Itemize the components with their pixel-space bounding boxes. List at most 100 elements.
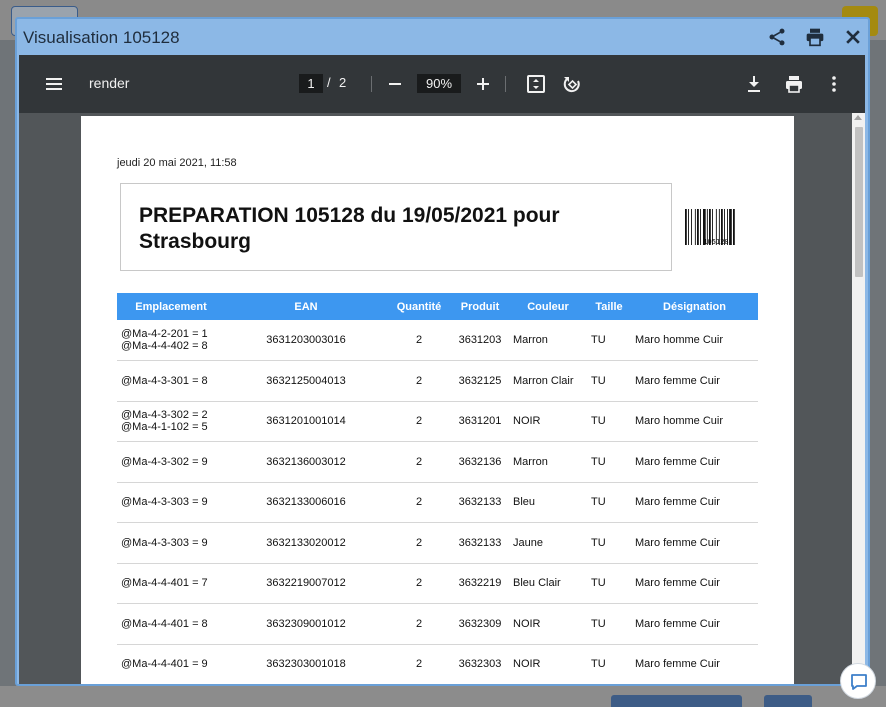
cell-location: @Ma-4-4-401 = 9	[117, 644, 225, 684]
location-entry: @Ma-4-3-302 = 9	[121, 455, 208, 468]
table-body: @Ma-4-2-201 = 1 @Ma-4-4-402 = 8 3631203003…	[117, 320, 758, 684]
cell-product: 3632303	[451, 644, 509, 684]
cell-ean: 3632125004013	[225, 360, 387, 402]
barcode-number: 105128	[703, 238, 729, 246]
page-separator: /	[327, 75, 331, 90]
zoom-level-input[interactable]: 90%	[417, 74, 461, 93]
scroll-up-arrow-icon[interactable]	[854, 115, 862, 120]
rotate-icon[interactable]	[561, 73, 583, 95]
cell-color: Marron	[509, 441, 587, 483]
location-entry: @Ma-4-3-301 = 8	[121, 374, 208, 387]
cell-size: TU	[587, 522, 631, 564]
column-header: Emplacement	[117, 293, 225, 320]
cell-color: Bleu	[509, 482, 587, 523]
page-total: 2	[339, 75, 347, 90]
page-number-input[interactable]: 1	[299, 74, 323, 93]
cell-location: @Ma-4-3-302 = 2 @Ma-4-1-102 = 5	[117, 401, 225, 442]
cell-designation: Maro femme Cuir	[631, 360, 758, 402]
cell-ean: 3632219007012	[225, 563, 387, 604]
cell-designation: Maro femme Cuir	[631, 522, 758, 564]
column-header: Taille	[587, 293, 631, 320]
cell-product: 3631203	[451, 320, 509, 361]
chat-button[interactable]	[840, 663, 876, 699]
location-entry: @Ma-4-4-401 = 7	[121, 577, 208, 590]
location-entry: @Ma-4-4-402 = 8	[121, 340, 208, 352]
more-vert-icon[interactable]	[823, 73, 845, 95]
column-header: Désignation	[631, 293, 758, 320]
location-entry: @Ma-4-4-401 = 9	[121, 658, 208, 671]
document-title-box: PREPARATION 105128 du 19/05/2021 pour St…	[120, 183, 672, 271]
zoom-out-icon[interactable]	[384, 73, 406, 95]
cell-ean: 3632133006016	[225, 482, 387, 523]
cell-quantity: 2	[387, 320, 451, 361]
column-header: Couleur	[509, 293, 587, 320]
close-icon[interactable]	[843, 27, 863, 47]
background-right-panel	[870, 40, 886, 686]
table-row: @Ma-4-3-302 = 2 @Ma-4-1-102 = 5 3631201001…	[117, 401, 758, 442]
table-row: @Ma-4-4-401 = 7 3632219007012 2 3632219 Bleu…	[117, 563, 758, 604]
cell-designation: Maro femme Cuir	[631, 603, 758, 645]
location-entry: @Ma-4-3-303 = 9	[121, 496, 208, 509]
location-entry: @Ma-4-4-401 = 8	[121, 617, 208, 630]
cell-quantity: 2	[387, 603, 451, 645]
cell-size: TU	[587, 563, 631, 604]
cell-quantity: 2	[387, 441, 451, 483]
print-icon[interactable]	[805, 27, 825, 47]
menu-icon[interactable]	[44, 74, 64, 94]
cell-ean: 3632303001018	[225, 644, 387, 684]
cell-color: NOIR	[509, 401, 587, 442]
location-entry: @Ma-4-2-201 = 1	[121, 328, 208, 340]
document-name: render	[89, 75, 130, 91]
vertical-scrollbar[interactable]	[852, 113, 865, 684]
cell-quantity: 2	[387, 360, 451, 402]
scrollbar-thumb[interactable]	[855, 127, 863, 277]
cell-quantity: 2	[387, 482, 451, 523]
column-header: Produit	[451, 293, 509, 320]
document-date: jeudi 20 mai 2021, 11:58	[117, 157, 237, 169]
cell-quantity: 2	[387, 522, 451, 564]
table-row: @Ma-4-3-301 = 8 3632125004013 2 3632125 Marr…	[117, 360, 758, 402]
cell-color: Jaune	[509, 522, 587, 564]
pdf-toolbar: render 1 / 2 90%	[19, 55, 865, 113]
cell-size: TU	[587, 401, 631, 442]
cell-designation: Maro femme Cuir	[631, 563, 758, 604]
cell-location: @Ma-4-3-303 = 9	[117, 522, 225, 564]
cell-location: @Ma-4-4-401 = 7	[117, 563, 225, 604]
column-header: EAN	[225, 293, 387, 320]
table-row: @Ma-4-4-401 = 9 3632303001018 2 3632303 NOIR…	[117, 644, 758, 684]
toolbar-divider	[505, 76, 506, 92]
preparation-table: Emplacement EAN Quantité Produit Couleur Tail…	[117, 293, 758, 684]
cell-size: TU	[587, 603, 631, 645]
chat-icon	[851, 674, 867, 690]
document-title: PREPARATION 105128 du 19/05/2021 pour St…	[139, 204, 560, 253]
location-entry: @Ma-4-3-302 = 2	[121, 409, 208, 422]
cell-designation: Maro femme Cuir	[631, 644, 758, 684]
modal-title: Visualisation 105128	[23, 28, 180, 47]
cell-product: 3632219	[451, 563, 509, 604]
print-icon[interactable]	[783, 73, 805, 95]
cell-ean: 3631201001014	[225, 401, 387, 442]
cell-ean: 3631203003016	[225, 320, 387, 361]
table-header-row: Emplacement EAN Quantité Produit Couleur Tail…	[117, 293, 758, 320]
cell-product: 3632125	[451, 360, 509, 402]
table-row: @Ma-4-2-201 = 1 @Ma-4-4-402 = 8 3631203003…	[117, 320, 758, 361]
zoom-in-icon[interactable]	[472, 73, 494, 95]
cell-quantity: 2	[387, 401, 451, 442]
table-row: @Ma-4-3-303 = 9 3632133006016 2 3632133 Bleu…	[117, 482, 758, 523]
table-row: @Ma-4-3-303 = 9 3632133020012 2 3632133 Jaun…	[117, 522, 758, 564]
cell-designation: Maro femme Cuir	[631, 441, 758, 483]
modal-header: Visualisation 105128	[17, 19, 868, 55]
background-footer-button-small	[764, 695, 812, 707]
background-footer	[0, 686, 886, 707]
cell-location: @Ma-4-2-201 = 1 @Ma-4-4-402 = 8	[117, 320, 225, 361]
cell-product: 3632136	[451, 441, 509, 483]
cell-ean: 3632133020012	[225, 522, 387, 564]
cell-size: TU	[587, 644, 631, 684]
download-icon[interactable]	[743, 73, 765, 95]
location-entry: @Ma-4-3-303 = 9	[121, 536, 208, 549]
fit-page-icon[interactable]	[525, 73, 547, 95]
cell-quantity: 2	[387, 563, 451, 604]
share-icon[interactable]	[767, 27, 787, 47]
cell-size: TU	[587, 360, 631, 402]
cell-color: NOIR	[509, 644, 587, 684]
